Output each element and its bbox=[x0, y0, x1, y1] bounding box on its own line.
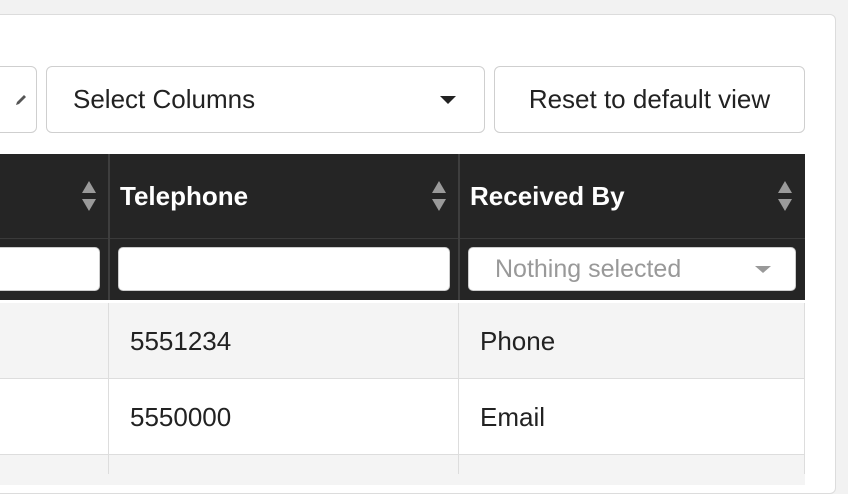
received-by-filter-placeholder: Nothing selected bbox=[495, 254, 682, 283]
table-filter-row: Nothing selected bbox=[0, 238, 805, 300]
received-by-cell: Email bbox=[480, 401, 546, 432]
telephone-cell: 5550000 bbox=[130, 401, 232, 432]
column-header-label: Received By bbox=[470, 180, 625, 211]
column-header-telephone[interactable]: Telephone bbox=[111, 154, 458, 238]
column-divider bbox=[458, 154, 460, 300]
sort-icon[interactable] bbox=[81, 180, 97, 212]
reset-default-view-button[interactable]: Reset to default view bbox=[494, 66, 805, 133]
telephone-filter-input[interactable] bbox=[118, 247, 450, 291]
edit-button[interactable] bbox=[0, 66, 37, 133]
chevron-down-icon bbox=[440, 95, 456, 104]
column-divider bbox=[458, 303, 459, 474]
sort-icon[interactable] bbox=[777, 180, 793, 212]
column-header-received-by[interactable]: Received By bbox=[460, 154, 805, 238]
table-header-row: Telephone Received By bbox=[0, 154, 805, 238]
table-border bbox=[804, 303, 805, 474]
reset-default-view-label: Reset to default view bbox=[528, 84, 771, 114]
select-columns-label: Select Columns bbox=[73, 84, 256, 114]
column-divider bbox=[108, 154, 110, 300]
column-header-label: Telephone bbox=[120, 180, 249, 211]
sort-icon[interactable] bbox=[431, 180, 447, 212]
received-by-filter-select[interactable]: Nothing selected bbox=[468, 247, 796, 291]
table-row[interactable]: 5551234 Phone bbox=[0, 303, 805, 379]
filter-input[interactable] bbox=[0, 247, 100, 291]
chevron-down-icon bbox=[755, 265, 771, 273]
telephone-cell: 5551234 bbox=[130, 325, 232, 356]
select-columns-dropdown[interactable]: Select Columns bbox=[46, 66, 485, 133]
table-row[interactable] bbox=[0, 455, 805, 485]
table-row[interactable]: 5550000 Email bbox=[0, 379, 805, 455]
column-divider bbox=[108, 303, 109, 474]
pencil-icon bbox=[16, 94, 26, 105]
received-by-cell: Phone bbox=[480, 325, 556, 356]
